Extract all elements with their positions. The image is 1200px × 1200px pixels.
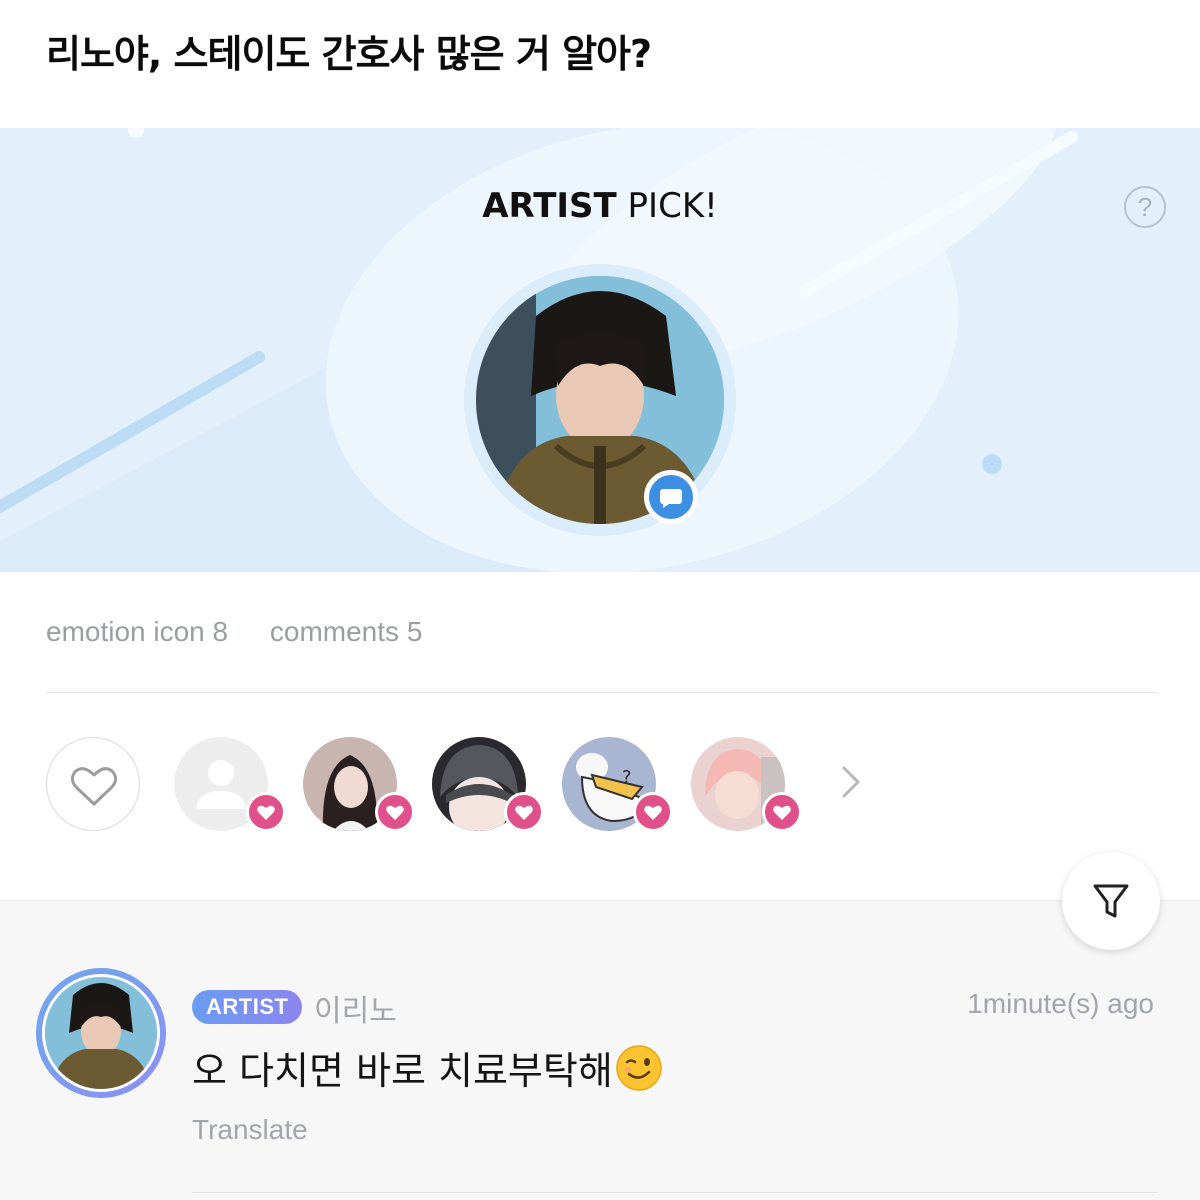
comment-timestamp: 1minute(s) ago: [967, 988, 1154, 1019]
filter-button[interactable]: [1062, 852, 1160, 950]
emotion-count[interactable]: emotion icon 8: [46, 616, 228, 647]
comment-text: 오 다치면 바로 치료부탁해: [192, 1044, 663, 1097]
winking-face-emoji: [616, 1045, 662, 1091]
filter-icon: [1093, 884, 1129, 918]
heart-outline-icon: [70, 767, 118, 806]
heart-icon: [375, 792, 415, 832]
divider: [192, 1192, 1158, 1193]
heart-icon: [762, 792, 802, 832]
comment-body: 오 다치면 바로 치료부탁해: [192, 1049, 613, 1093]
artist-badge: ARTIST: [192, 990, 303, 1024]
like-button[interactable]: [46, 737, 140, 831]
help-icon: ?: [1137, 192, 1153, 222]
chat-bubble-icon: [660, 489, 682, 508]
post-stats: emotion icon 8 comments 5: [46, 616, 456, 648]
more-likers-button[interactable]: [836, 762, 866, 802]
translate-link[interactable]: Translate: [192, 1114, 308, 1146]
commenter-avatar[interactable]: [42, 974, 160, 1092]
comment-count[interactable]: comments 5: [270, 616, 423, 647]
heart-icon: [633, 792, 673, 832]
artist-pick-banner: ARTIST PICK! ?: [0, 128, 1200, 572]
post-title: 리노야, 스테이도 간호사 많은 거 알아?: [46, 32, 652, 76]
artist-pick-title: ARTIST PICK!: [0, 186, 1200, 232]
svg-text:?: ?: [622, 767, 632, 788]
divider: [46, 692, 1158, 693]
comment-author[interactable]: 이리노: [314, 986, 397, 1030]
chevron-right-icon: [842, 766, 860, 798]
heart-icon: [246, 792, 286, 832]
help-button[interactable]: ?: [1124, 186, 1166, 228]
heart-icon: [504, 792, 544, 832]
chat-badge: [644, 470, 698, 524]
